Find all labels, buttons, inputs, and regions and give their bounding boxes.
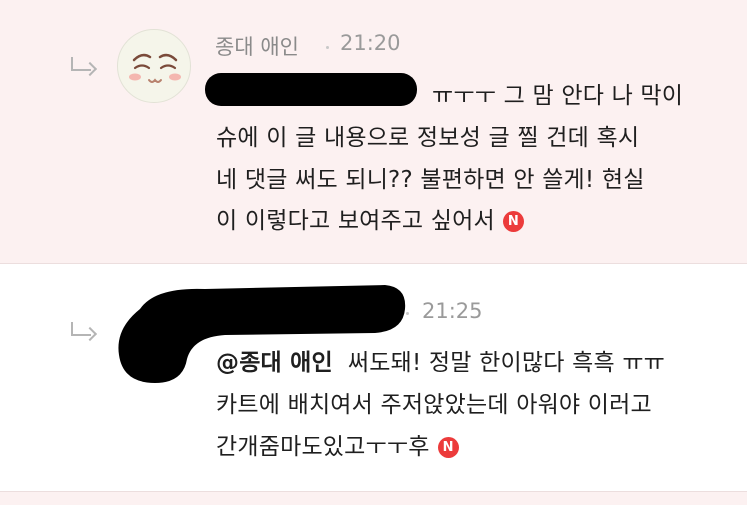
- new-badge-icon: N: [437, 437, 459, 458]
- comment-text-line-last: 간개줌마도있고ㅜㅜ후 N: [216, 427, 459, 461]
- mention-link[interactable]: @종대 애인: [216, 350, 333, 376]
- meta-separator-dot: [406, 312, 409, 315]
- smiling-face-avatar-icon[interactable]: [117, 29, 191, 103]
- redacted-text: [205, 73, 417, 106]
- comment-timestamp: 21:25: [422, 299, 483, 323]
- comment-text-line: 슈에 이 글 내용으로 정보성 글 찔 건데 혹시: [216, 125, 640, 151]
- next-comment-edge: [0, 491, 747, 505]
- new-badge-icon: N: [502, 211, 524, 232]
- reply-arrow-icon: [69, 322, 98, 346]
- comment-author-name[interactable]: 종대 애인: [215, 31, 299, 61]
- reply-arrow-icon: [69, 57, 98, 81]
- reply-comment-1: 종대 애인 21:20 ㅠㅜㅜ 그 맘 안다 나 막이 슈에 이 글 내용으로 …: [0, 0, 747, 264]
- meta-separator-dot: [326, 46, 329, 49]
- comment-timestamp: 21:20: [340, 31, 401, 55]
- comment-text-line: ㅠㅜㅜ 그 맘 안다 나 막이: [432, 83, 684, 109]
- comment-text-line-last: 이 이렇다고 보여주고 싶어서 N: [216, 201, 524, 235]
- comment-text-line: 네 댓글 써도 되니?? 불편하면 안 쓸게! 현실: [216, 167, 645, 193]
- comment-text-line: @종대 애인 써도돼! 정말 한이많다 흑흑 ㅠㅠ: [216, 350, 666, 376]
- comment-text-line: 카트에 배치여서 주저앉았는데 아워야 이러고: [216, 392, 652, 418]
- reply-comment-2: 21:25 @종대 애인 써도돼! 정말 한이많다 흑흑 ㅠㅠ 카트에 배치여서…: [0, 265, 747, 491]
